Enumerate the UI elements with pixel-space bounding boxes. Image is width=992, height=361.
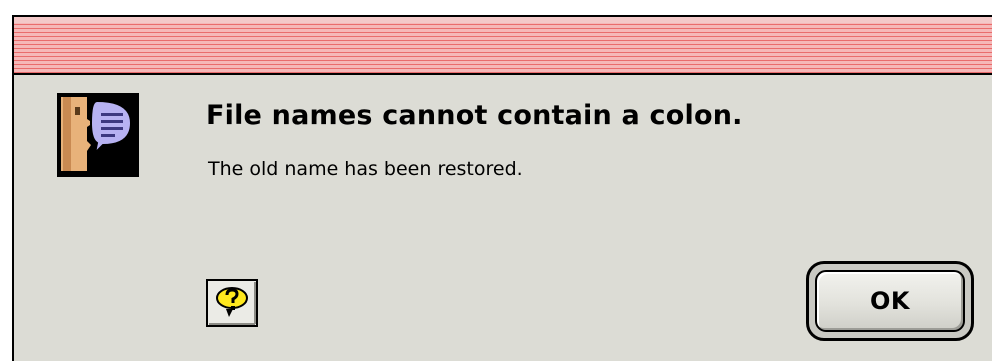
dialog-titlebar[interactable] xyxy=(14,17,992,75)
ok-button[interactable]: OK xyxy=(806,261,974,341)
note-alert-icon xyxy=(57,93,139,177)
ok-button-label: OK xyxy=(870,287,910,315)
dialog-detail: The old name has been restored. xyxy=(208,158,523,180)
dialog-message: File names cannot contain a colon. xyxy=(206,100,743,131)
help-icon[interactable] xyxy=(206,279,258,327)
titlebar-highlight xyxy=(14,17,992,23)
ok-button-face[interactable]: OK xyxy=(815,270,965,332)
